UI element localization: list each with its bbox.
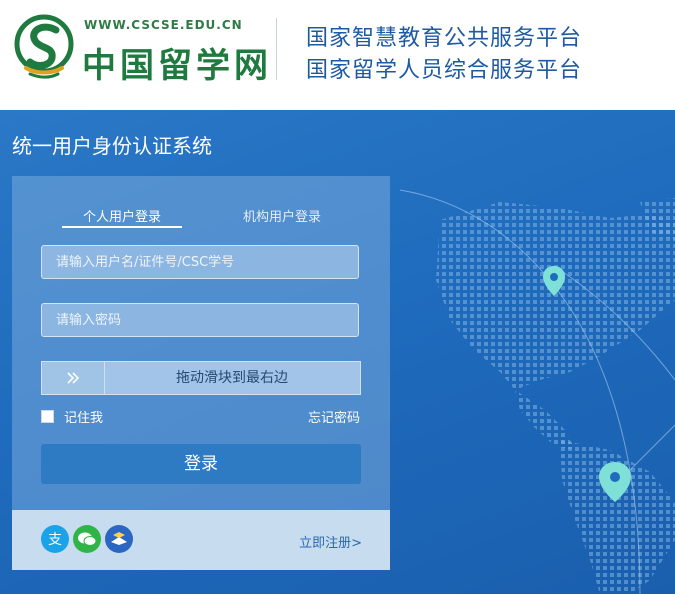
remember-me-checkbox[interactable] <box>41 410 54 423</box>
remember-me-label: 记住我 <box>64 411 104 426</box>
forgot-password-link[interactable]: 忘记密码 <box>308 407 360 426</box>
remember-me: 记住我 <box>41 407 103 426</box>
card-footer: 支 立即注册> <box>12 510 390 570</box>
site-header: WWW.CSCSE.EDU.CN 中国留学网 国家智慧教育公共服务平台 国家留学… <box>0 0 675 110</box>
tab-personal-login[interactable]: 个人用户登录 <box>62 206 182 225</box>
platform-title-2: 国家留学人员综合服务平台 <box>306 58 583 83</box>
slider-handle[interactable] <box>42 362 105 394</box>
wechat-icon[interactable] <box>73 525 101 553</box>
tab-organization-login[interactable]: 机构用户登录 <box>222 206 342 225</box>
main-background: 统一用户身份认证系统 个人用户登录 机构用户登录 拖动滑块到最右边 记住我 忘记… <box>0 110 675 594</box>
logo-name-text: 中国留学网 <box>82 46 272 86</box>
slider-instruction: 拖动滑块到最右边 <box>176 370 288 386</box>
svg-text:支: 支 <box>48 532 62 548</box>
login-button[interactable]: 登录 <box>41 444 361 484</box>
header-divider <box>276 18 277 80</box>
active-tab-indicator <box>62 226 182 228</box>
username-input[interactable] <box>41 245 359 279</box>
platform-title-1: 国家智慧教育公共服务平台 <box>306 26 583 51</box>
register-link[interactable]: 立即注册> <box>299 532 362 551</box>
system-title: 统一用户身份认证系统 <box>12 134 212 158</box>
slide-captcha: 拖动滑块到最右边 <box>41 361 361 395</box>
csc-icon[interactable] <box>105 525 133 553</box>
double-chevron-right-icon <box>67 372 80 384</box>
password-input[interactable] <box>41 303 359 337</box>
cscse-logo-icon <box>14 14 74 79</box>
login-card: 个人用户登录 机构用户登录 拖动滑块到最右边 记住我 忘记密码 登录 支 <box>12 176 390 570</box>
alipay-icon[interactable]: 支 <box>41 525 69 553</box>
logo-url-text: WWW.CSCSE.EDU.CN <box>84 18 243 32</box>
